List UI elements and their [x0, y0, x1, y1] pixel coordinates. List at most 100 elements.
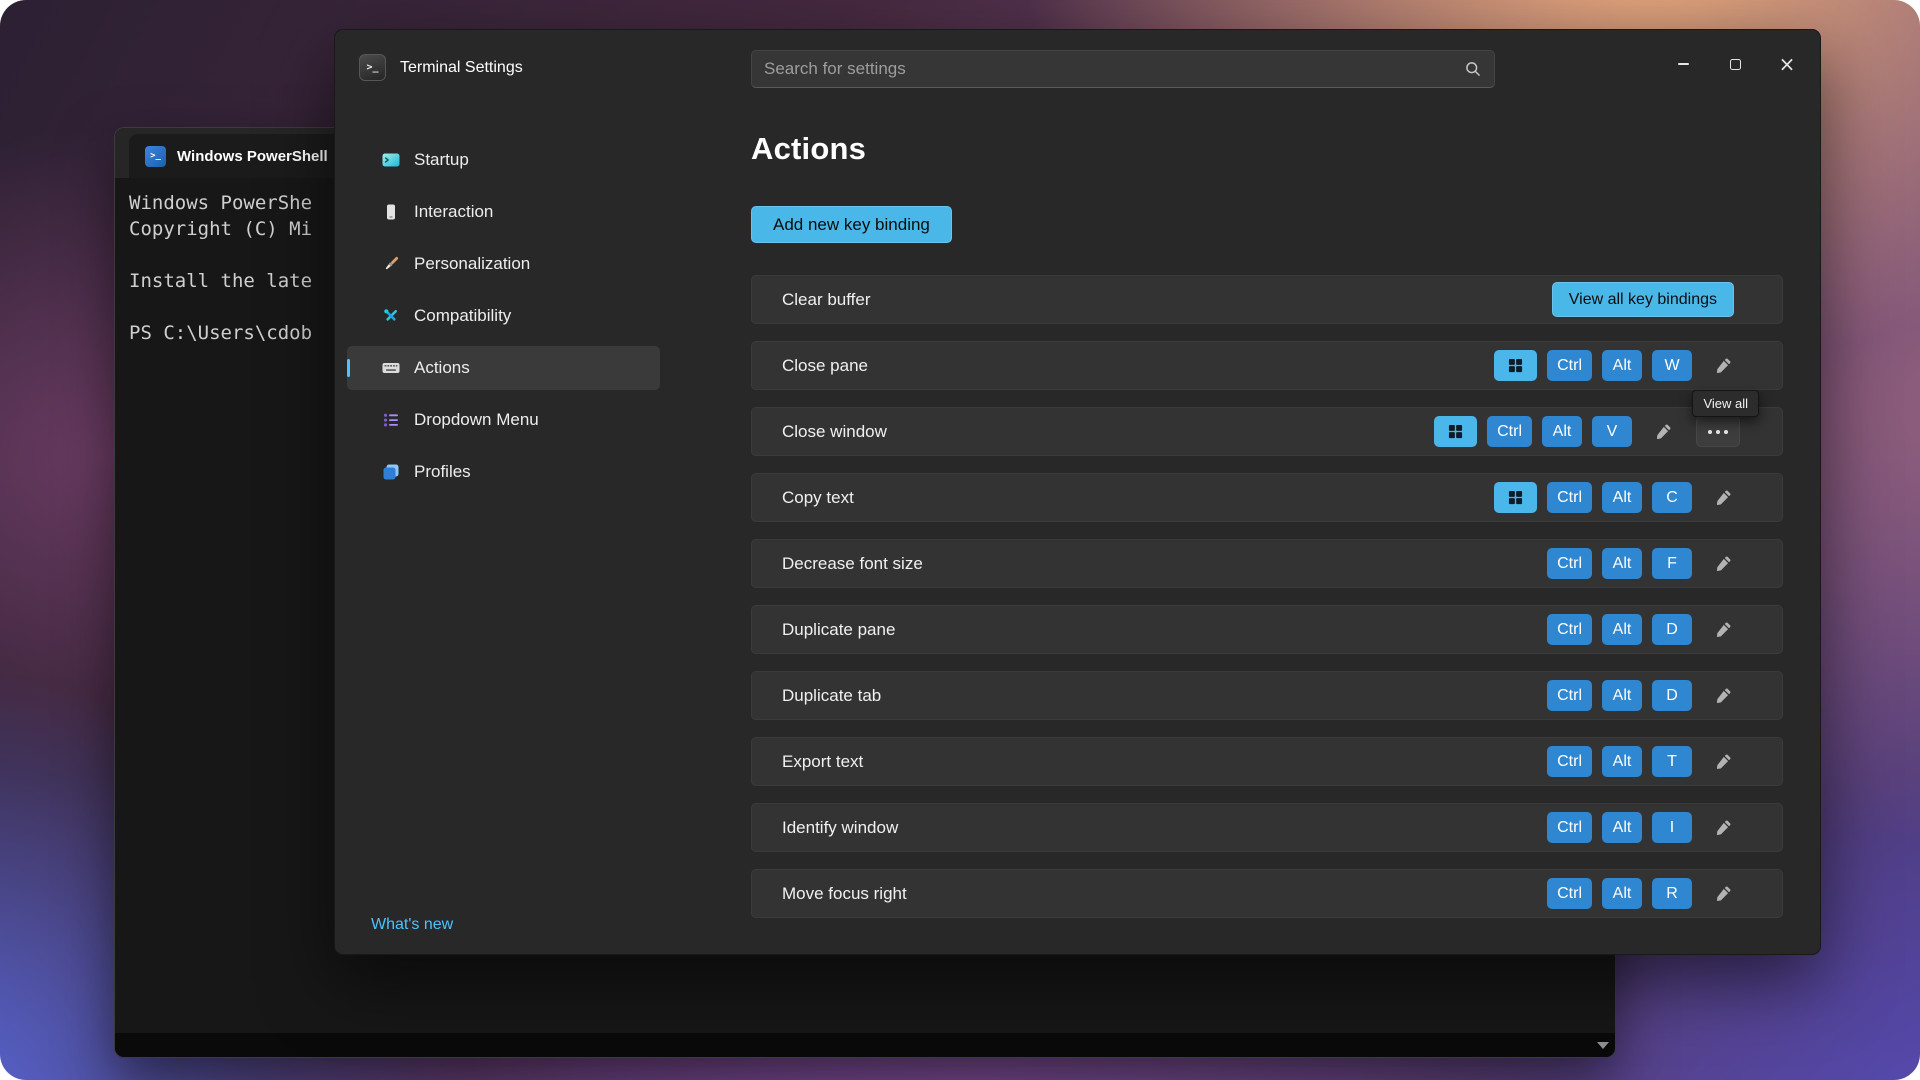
main-content: Actions Add new key binding View all Cle…	[751, 106, 1820, 954]
edit-binding-button[interactable]	[1706, 746, 1740, 777]
pencil-icon	[1715, 885, 1732, 902]
action-label: Duplicate tab	[782, 686, 1547, 706]
sidebar-item-label: Interaction	[414, 202, 493, 222]
key-binding: Ctrl Alt F	[1547, 548, 1740, 579]
key-chip: T	[1652, 746, 1692, 777]
sidebar-item-label: Startup	[414, 150, 469, 170]
action-row[interactable]: Move focus right Ctrl Alt R	[751, 869, 1783, 918]
key-chip: Ctrl	[1547, 812, 1592, 843]
edit-binding-button[interactable]	[1706, 482, 1740, 513]
action-row[interactable]: Copy text Ctrl Alt C	[751, 473, 1783, 522]
key-chip: I	[1652, 812, 1692, 843]
key-chip: Ctrl	[1547, 878, 1592, 909]
maximize-icon	[1730, 59, 1741, 70]
key-chip: D	[1652, 614, 1692, 645]
key-chip: R	[1652, 878, 1692, 909]
actions-icon	[381, 358, 401, 378]
terminal-tab[interactable]: >_ Windows PowerShell	[129, 134, 359, 178]
sidebar: Startup Interaction Personalization Comp…	[347, 138, 660, 494]
interaction-icon	[381, 202, 401, 222]
action-row[interactable]: Identify window Ctrl Alt I	[751, 803, 1783, 852]
edit-binding-button[interactable]	[1706, 350, 1740, 381]
key-chip: C	[1652, 482, 1692, 513]
terminal-bottom-bar	[115, 1033, 1615, 1057]
search-input[interactable]	[764, 59, 1464, 79]
whats-new-link[interactable]: What's new	[371, 916, 453, 934]
key-chip: Alt	[1542, 416, 1582, 447]
edit-binding-button[interactable]	[1706, 548, 1740, 579]
minimize-button[interactable]	[1660, 47, 1706, 81]
startup-icon	[381, 150, 401, 170]
search-box[interactable]	[751, 50, 1495, 88]
key-binding: Ctrl Alt I	[1547, 812, 1740, 843]
window-title-group: >_ Terminal Settings	[359, 54, 523, 81]
action-label: Decrease font size	[782, 554, 1547, 574]
edit-binding-button[interactable]	[1706, 680, 1740, 711]
action-row[interactable]: Close window Ctrl Alt V	[751, 407, 1783, 456]
pencil-icon	[1715, 555, 1732, 572]
pencil-icon	[1715, 621, 1732, 638]
win-key-chip	[1434, 416, 1477, 447]
sidebar-item-label: Actions	[414, 358, 470, 378]
action-row[interactable]: Decrease font size Ctrl Alt F	[751, 539, 1783, 588]
edit-binding-button[interactable]	[1706, 614, 1740, 645]
view-all-tooltip: View all	[1692, 390, 1759, 417]
terminal-app-icon: >_	[359, 54, 386, 81]
pencil-icon	[1715, 489, 1732, 506]
sidebar-item-dropdown-menu[interactable]: Dropdown Menu	[347, 398, 660, 442]
close-button[interactable]: ×	[1764, 47, 1810, 81]
pencil-icon	[1715, 753, 1732, 770]
action-row[interactable]: Export text Ctrl Alt T	[751, 737, 1783, 786]
action-label: Close window	[782, 422, 1434, 442]
pencil-icon	[1715, 357, 1732, 374]
key-chip: V	[1592, 416, 1632, 447]
page-title: Actions	[751, 128, 1783, 170]
sidebar-item-profiles[interactable]: Profiles	[347, 450, 660, 494]
pencil-icon	[1655, 423, 1672, 440]
key-binding: Ctrl Alt T	[1547, 746, 1740, 777]
action-row[interactable]: Clear buffer View all key bindings	[751, 275, 1783, 324]
key-binding: Ctrl Alt R	[1547, 878, 1740, 909]
edit-binding-button[interactable]	[1706, 812, 1740, 843]
scroll-down-arrow[interactable]	[1597, 1042, 1609, 1049]
key-chip: Ctrl	[1547, 680, 1592, 711]
action-label: Move focus right	[782, 884, 1547, 904]
key-chip: Alt	[1602, 878, 1642, 909]
sidebar-item-label: Profiles	[414, 462, 471, 482]
sidebar-item-compatibility[interactable]: Compatibility	[347, 294, 660, 338]
key-chip: Alt	[1602, 680, 1642, 711]
profiles-icon	[381, 462, 401, 482]
key-chip: Alt	[1602, 482, 1642, 513]
action-row[interactable]: Duplicate tab Ctrl Alt D	[751, 671, 1783, 720]
windows-logo-icon	[1508, 490, 1523, 505]
key-chip: Ctrl	[1547, 482, 1592, 513]
action-row[interactable]: Close pane Ctrl Alt W	[751, 341, 1783, 390]
view-all-key-bindings-button[interactable]: View all key bindings	[1552, 282, 1734, 317]
key-chip: Ctrl	[1547, 614, 1592, 645]
key-binding: Ctrl Alt D	[1547, 680, 1740, 711]
minimize-icon	[1678, 63, 1689, 65]
action-label: Close pane	[782, 356, 1494, 376]
sidebar-item-actions[interactable]: Actions	[347, 346, 660, 390]
sidebar-item-personalization[interactable]: Personalization	[347, 242, 660, 286]
action-row[interactable]: Duplicate pane Ctrl Alt D	[751, 605, 1783, 654]
key-chip: Alt	[1602, 812, 1642, 843]
sidebar-item-interaction[interactable]: Interaction	[347, 190, 660, 234]
key-chip: Ctrl	[1487, 416, 1532, 447]
more-options-button[interactable]	[1696, 416, 1740, 447]
sidebar-item-startup[interactable]: Startup	[347, 138, 660, 182]
windows-logo-icon	[1448, 424, 1463, 439]
key-chip: Ctrl	[1547, 350, 1592, 381]
key-chip: Ctrl	[1547, 548, 1592, 579]
maximize-button[interactable]	[1712, 47, 1758, 81]
terminal-settings-window: >_ Terminal Settings × Startup	[334, 29, 1821, 955]
edit-binding-button[interactable]	[1646, 416, 1680, 447]
edit-binding-button[interactable]	[1706, 878, 1740, 909]
search-icon[interactable]	[1464, 60, 1482, 78]
action-label: Duplicate pane	[782, 620, 1547, 640]
key-chip: Alt	[1602, 614, 1642, 645]
dropdown-menu-icon	[381, 410, 401, 430]
key-binding: Ctrl Alt V	[1434, 416, 1740, 447]
terminal-tab-title: Windows PowerShell	[177, 148, 328, 165]
add-key-binding-button[interactable]: Add new key binding	[751, 206, 952, 243]
